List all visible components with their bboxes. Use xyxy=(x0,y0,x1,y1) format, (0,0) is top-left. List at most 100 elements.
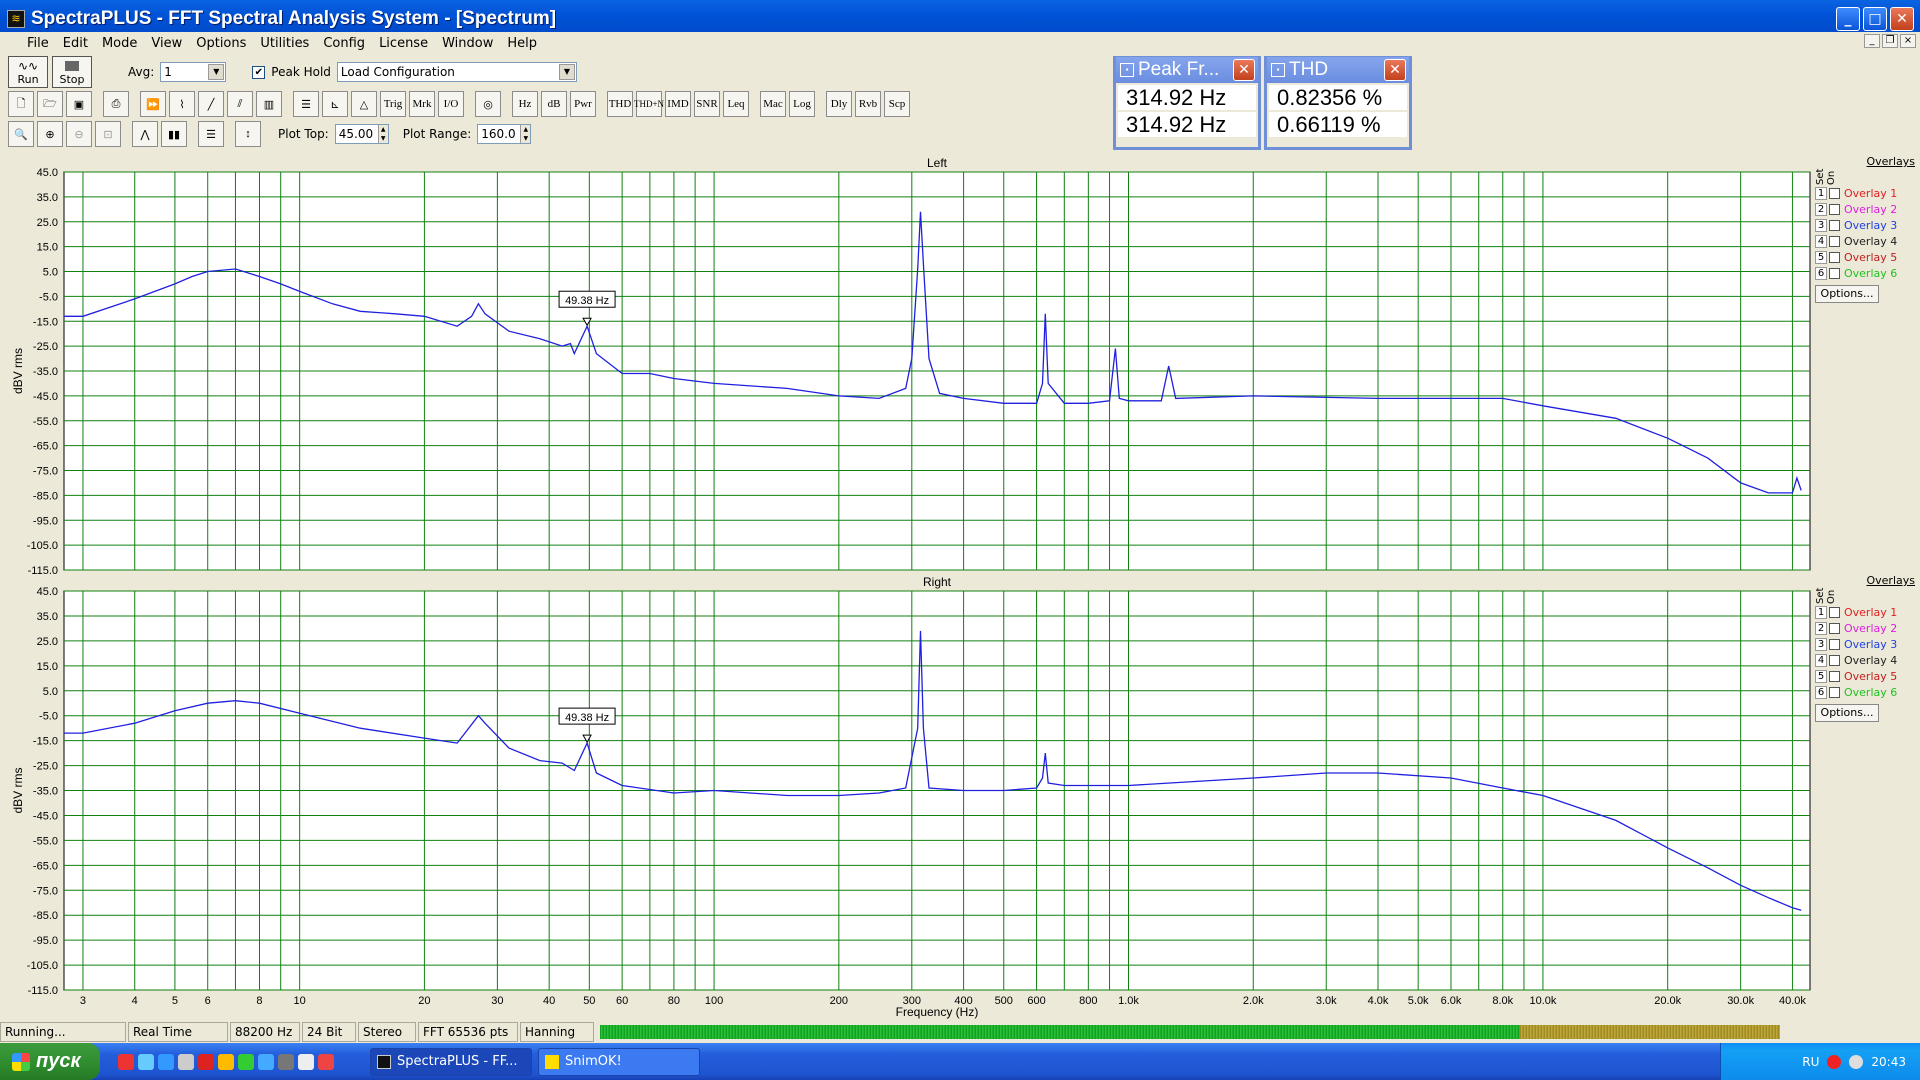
meter-close-button[interactable]: ✕ xyxy=(1233,59,1255,81)
signal-button[interactable]: ◎ xyxy=(475,91,501,117)
overlay-set-button[interactable]: 2 xyxy=(1815,202,1827,216)
overlay-on-checkbox[interactable] xyxy=(1829,235,1840,247)
tool-scp-button[interactable]: Scp xyxy=(884,91,910,117)
stop-button[interactable]: Stop xyxy=(52,56,92,88)
plot-top-input[interactable]: 45.00 ▲ ▼ xyxy=(334,124,389,144)
zoom-out-button[interactable]: ⊖ xyxy=(66,121,92,147)
quicklaunch-icon[interactable] xyxy=(158,1053,174,1070)
generator-button[interactable]: △ xyxy=(351,91,377,117)
time-series-button[interactable]: ╱ xyxy=(198,91,224,117)
save-button[interactable]: ▣ xyxy=(66,91,92,117)
overlay-on-checkbox[interactable] xyxy=(1829,219,1840,231)
thd-meter[interactable]: ▪ THD ✕ 0.82356 % 0.66119 % xyxy=(1264,56,1412,150)
overlay-on-checkbox[interactable] xyxy=(1829,187,1840,199)
mdi-close-button[interactable]: × xyxy=(1900,34,1916,48)
overlay-on-checkbox[interactable] xyxy=(1829,251,1840,263)
maximize-button[interactable]: □ xyxy=(1863,7,1887,31)
tool-log-button[interactable]: Log xyxy=(789,91,815,117)
overlay-set-button[interactable]: 4 xyxy=(1815,234,1827,248)
menu-mode[interactable]: Mode xyxy=(95,36,144,51)
overlay-set-button[interactable]: 5 xyxy=(1815,250,1827,264)
menu-help[interactable]: Help xyxy=(500,36,544,51)
start-button[interactable]: пуск xyxy=(0,1043,100,1080)
overlay-set-button[interactable]: 3 xyxy=(1815,637,1827,651)
task-spectraplus[interactable]: SpectraPLUS - FF... xyxy=(370,1047,532,1076)
quicklaunch-icon[interactable] xyxy=(238,1053,254,1070)
io-button[interactable]: I/O xyxy=(438,91,464,117)
overlay-set-button[interactable]: 5 xyxy=(1815,669,1827,683)
quicklaunch-icon[interactable] xyxy=(118,1053,134,1070)
mdi-restore-button[interactable]: ❐ xyxy=(1882,34,1898,48)
overlay-set-button[interactable]: 3 xyxy=(1815,218,1827,232)
tool-mac-button[interactable]: Mac xyxy=(760,91,786,117)
zoom-full-button[interactable]: ⊡ xyxy=(95,121,121,147)
overlay-set-button[interactable]: 1 xyxy=(1815,605,1827,619)
mdi-minimize-button[interactable]: _ xyxy=(1864,34,1880,48)
trigger-button[interactable]: Trig xyxy=(380,91,406,117)
quicklaunch-icon[interactable] xyxy=(198,1053,214,1070)
zoom-button[interactable]: 🔍 xyxy=(8,121,34,147)
close-button[interactable]: ✕ xyxy=(1890,7,1914,31)
tool-thd-plus-n-button[interactable]: THD+N xyxy=(634,91,664,117)
menu-utilities[interactable]: Utilities xyxy=(253,36,316,51)
zoom-in-button[interactable]: ⊕ xyxy=(37,121,63,147)
quicklaunch-icon[interactable] xyxy=(318,1053,334,1070)
spectrogram-button[interactable]: ▥ xyxy=(256,91,282,117)
overlay-on-checkbox[interactable] xyxy=(1829,267,1840,279)
overlay-on-checkbox[interactable] xyxy=(1829,622,1840,634)
menu-file[interactable]: File xyxy=(20,36,56,51)
tool-leq-button[interactable]: Leq xyxy=(723,91,749,117)
avg-select[interactable]: 1 ▼ xyxy=(160,62,227,82)
spectrum-mode-button[interactable]: ⌇ xyxy=(169,91,195,117)
overlay-set-button[interactable]: 6 xyxy=(1815,685,1827,699)
phase-button[interactable]: ⫽ xyxy=(227,91,253,117)
overlay-set-button[interactable]: 6 xyxy=(1815,266,1827,280)
overlay-options-button[interactable]: Options... xyxy=(1815,704,1879,722)
overlay-set-button[interactable]: 1 xyxy=(1815,186,1827,200)
overlay-on-checkbox[interactable] xyxy=(1829,638,1840,650)
config-select[interactable]: Load Configuration ▼ xyxy=(336,62,577,82)
overlay-set-button[interactable]: 2 xyxy=(1815,621,1827,635)
spectrum-chart[interactable]: 45.035.025.015.05.0-5.0-15.0-25.0-35.0-4… xyxy=(0,150,1920,1022)
print-button[interactable]: ⎙ xyxy=(103,91,129,117)
tool-rvb-button[interactable]: Rvb xyxy=(855,91,881,117)
marker-button[interactable]: Mrk xyxy=(409,91,435,117)
peak-hold-checkbox[interactable]: ✔ xyxy=(252,65,266,79)
open-button[interactable]: 🗁 xyxy=(37,91,63,117)
minimize-button[interactable]: _ xyxy=(1836,7,1860,31)
octave-button[interactable]: ☰ xyxy=(198,121,224,147)
tool-thd-button[interactable]: THD xyxy=(607,91,633,117)
meter-close-button[interactable]: ✕ xyxy=(1384,59,1406,81)
language-indicator[interactable]: RU xyxy=(1802,1055,1819,1069)
axis-button[interactable]: ⊾ xyxy=(322,91,348,117)
overlay-on-checkbox[interactable] xyxy=(1829,654,1840,666)
tool-pwr-button[interactable]: Pwr xyxy=(570,91,596,117)
task-snimok[interactable]: SnimOK! xyxy=(538,1047,700,1076)
tray-icon[interactable] xyxy=(1849,1054,1864,1069)
overlay-set-button[interactable]: 4 xyxy=(1815,653,1827,667)
menu-license[interactable]: License xyxy=(372,36,435,51)
new-file-button[interactable]: 🗋 xyxy=(8,91,34,117)
quicklaunch-icon[interactable] xyxy=(278,1053,294,1070)
peak-button[interactable]: ⋀ xyxy=(132,121,158,147)
fast-forward-button[interactable]: ⏩ xyxy=(140,91,166,117)
tool-db-button[interactable]: dB xyxy=(541,91,567,117)
quicklaunch-icon[interactable] xyxy=(138,1053,154,1070)
tool-dly-button[interactable]: Dly xyxy=(826,91,852,117)
menu-config[interactable]: Config xyxy=(316,36,372,51)
overlay-on-checkbox[interactable] xyxy=(1829,670,1840,682)
overlay-on-checkbox[interactable] xyxy=(1829,686,1840,698)
menu-options[interactable]: Options xyxy=(189,36,253,51)
quicklaunch-icon[interactable] xyxy=(298,1053,314,1070)
bars-button[interactable]: ▮▮ xyxy=(161,121,187,147)
autoscale-button[interactable]: ↕ xyxy=(235,121,261,147)
tray-icon[interactable] xyxy=(1827,1054,1842,1069)
tool-snr-button[interactable]: SNR xyxy=(694,91,720,117)
settings-button[interactable]: ☰ xyxy=(293,91,319,117)
menu-window[interactable]: Window xyxy=(435,36,500,51)
overlay-on-checkbox[interactable] xyxy=(1829,203,1840,215)
menu-edit[interactable]: Edit xyxy=(56,36,95,51)
overlay-on-checkbox[interactable] xyxy=(1829,606,1840,618)
quicklaunch-icon[interactable] xyxy=(178,1053,194,1070)
tool-imd-button[interactable]: IMD xyxy=(665,91,691,117)
